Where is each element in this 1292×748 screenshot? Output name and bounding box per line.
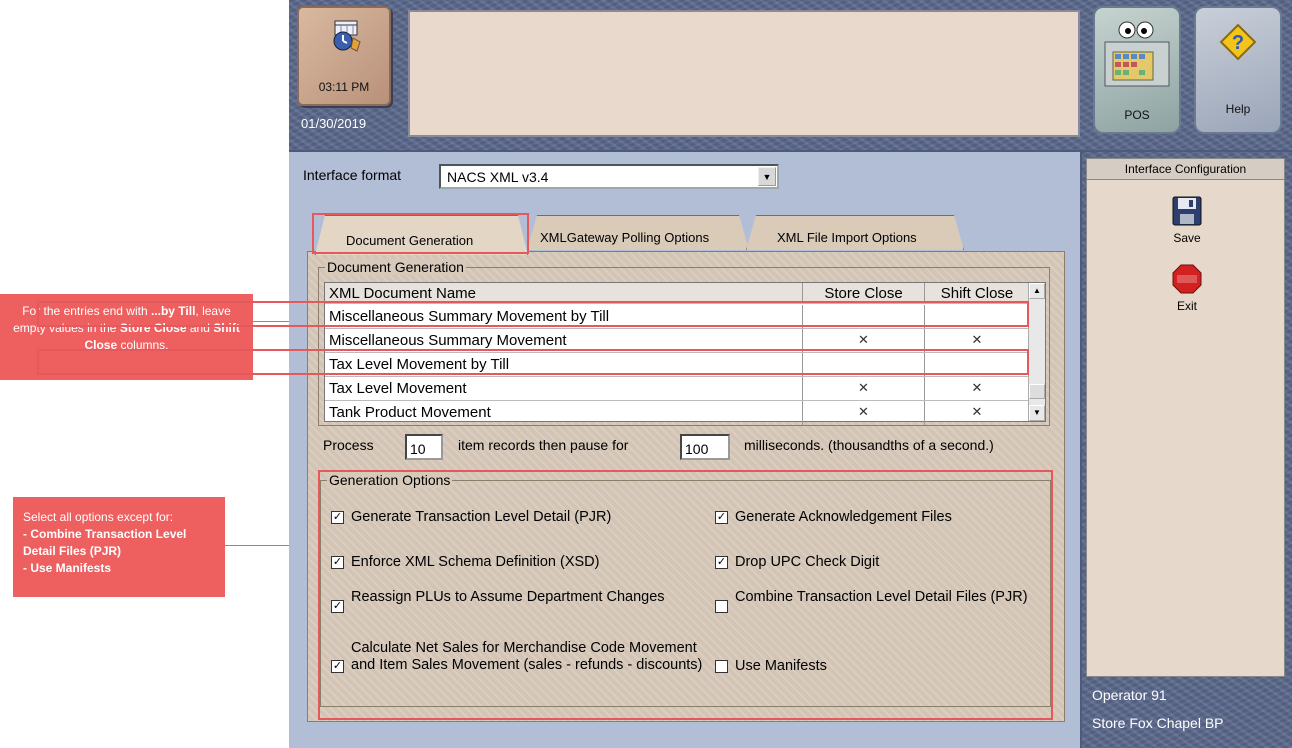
callout-connector (225, 545, 290, 546)
column-header[interactable]: Store Close (803, 283, 925, 303)
table-row[interactable]: Tax Level Movement ✕ ✕ (325, 377, 1029, 401)
scroll-up-icon[interactable]: ▲ (1029, 283, 1045, 299)
callout-bold-text: - Use Manifests (23, 561, 112, 575)
tab-label: XMLGateway Polling Options (540, 230, 710, 245)
interface-format-label: Interface format (303, 167, 402, 183)
help-label: Help (1225, 102, 1251, 116)
row-highlight-box (37, 301, 1029, 327)
exit-label: Exit (1176, 299, 1197, 313)
save-button[interactable]: Save (1147, 195, 1227, 245)
current-date: 01/30/2019 (301, 116, 367, 131)
interface-format-select[interactable]: NACS XML v3.4 ▼ (439, 164, 779, 189)
tab-highlight-box (312, 213, 529, 254)
pos-button[interactable]: POS (1093, 6, 1181, 134)
chevron-down-icon[interactable]: ▼ (758, 167, 776, 186)
config-title: Interface Configuration (1087, 159, 1284, 180)
floppy-disk-icon (1172, 196, 1202, 226)
callout-text: Select all options except for: (23, 510, 174, 524)
document-name-cell: Tax Level Movement (325, 377, 803, 400)
table-row[interactable]: Tank Product Movement ✕ ✕ (325, 401, 1029, 425)
process-label: Process (323, 437, 374, 453)
header-bar: 03:11 PM 01/30/2019 POS ? Help (289, 0, 1292, 150)
interface-format-value: NACS XML v3.4 (447, 169, 549, 185)
document-name-cell: Tank Product Movement (325, 401, 803, 425)
row-highlight-box (37, 349, 1029, 375)
callout-bold-text: - Combine Transaction Level Detail Files… (23, 527, 187, 558)
scrollbar-thumb[interactable] (1029, 384, 1045, 399)
column-header[interactable]: XML Document Name (325, 283, 803, 303)
pos-label: POS (1124, 108, 1150, 122)
group-legend: Document Generation (325, 259, 466, 275)
svg-text:?: ? (1232, 32, 1244, 54)
grid-scrollbar[interactable]: ▲ ▼ (1028, 283, 1045, 421)
help-question-icon: ? (1219, 23, 1257, 61)
options-callout: Select all options except for: - Combine… (13, 497, 225, 597)
interface-configuration-box: Interface Configuration Save Exit (1086, 158, 1285, 677)
records-count-input[interactable]: 10 (405, 434, 443, 460)
message-area (408, 10, 1080, 137)
store-label: Store Fox Chapel BP (1092, 715, 1224, 731)
process-settings-row: Process 10 item records then pause for 1… (323, 434, 1063, 464)
shift-close-cell[interactable]: ✕ (925, 377, 1029, 400)
clock-button[interactable]: 03:11 PM (297, 6, 391, 106)
help-button[interactable]: ? Help (1194, 6, 1282, 134)
clock-time: 03:11 PM (318, 80, 370, 94)
tab-label: XML File Import Options (777, 230, 917, 245)
records-pause-label: item records then pause for (458, 437, 629, 453)
shift-close-cell[interactable]: ✕ (925, 401, 1029, 425)
column-header[interactable]: Shift Close (925, 283, 1029, 303)
pause-milliseconds-input[interactable]: 100 (680, 434, 730, 460)
tab-xml-file-import-options[interactable]: XML File Import Options (746, 215, 964, 250)
milliseconds-label: milliseconds. (thousandths of a second.) (744, 437, 994, 453)
stop-sign-icon (1172, 264, 1202, 294)
operator-label: Operator 91 (1092, 687, 1167, 703)
save-label: Save (1173, 231, 1201, 245)
store-close-cell[interactable]: ✕ (803, 377, 925, 400)
exit-button[interactable]: Exit (1147, 263, 1227, 313)
document-generation-group: Document Generation XML Document Name St… (318, 259, 1050, 426)
scroll-down-icon[interactable]: ▼ (1029, 405, 1045, 421)
options-highlight-box (318, 470, 1053, 720)
right-panel: Interface Configuration Save Exit Operat… (1082, 152, 1292, 748)
clock-calendar-icon (333, 20, 361, 52)
store-close-cell[interactable]: ✕ (803, 401, 925, 425)
pos-terminal-icon (1104, 21, 1170, 87)
tab-xmlgateway-polling-options[interactable]: XMLGateway Polling Options (527, 215, 749, 250)
